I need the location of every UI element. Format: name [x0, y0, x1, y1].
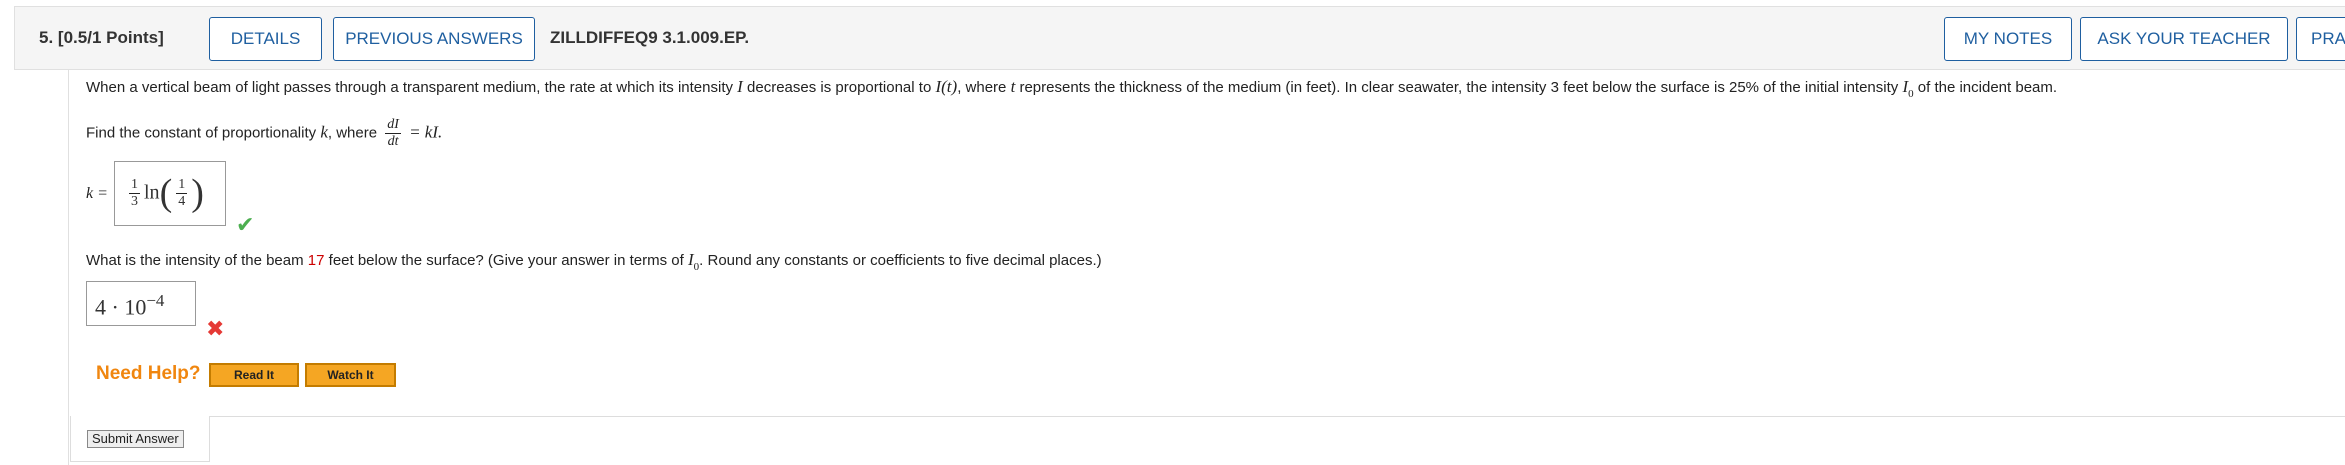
- part-b-text: feet below the surface? (Give your answe…: [328, 252, 684, 269]
- math-var-I: I: [737, 77, 743, 96]
- part-a-text: , where: [327, 124, 378, 142]
- question-points: [0.5/1 Points]: [57, 28, 164, 47]
- part-b-text: What is the intensity of the beam: [86, 252, 304, 269]
- problem-text: , where: [957, 79, 1007, 96]
- ln-arg-fraction: 1 4: [176, 176, 188, 209]
- part-b-prompt: What is the intensity of the beam 17 fee…: [86, 250, 1102, 273]
- derivative-fraction: dI dt: [385, 117, 401, 149]
- previous-answers-button[interactable]: PREVIOUS ANSWERS: [333, 17, 535, 61]
- question-number-points: 5. [0.5/1 Points]: [39, 28, 164, 48]
- math-I0: I0: [1902, 77, 1914, 100]
- read-it-button[interactable]: Read It: [209, 363, 299, 387]
- intensity-answer-expression: 4 · 10−4: [95, 291, 164, 320]
- problem-text: decreases is proportional to: [747, 79, 932, 96]
- question-header: 5. [0.5/1 Points] DETAILS PREVIOUS ANSWE…: [14, 6, 2345, 70]
- k-answer-expression: 1 3 ln( 1 4 ): [129, 172, 204, 214]
- answer-base: 4 · 10: [95, 294, 147, 320]
- need-help-label: Need Help?: [96, 363, 201, 384]
- problem-statement: When a vertical beam of light passes thr…: [86, 77, 2058, 100]
- question-number: 5.: [39, 28, 54, 47]
- problem-text: represents the thickness of the medium (…: [1019, 79, 1899, 96]
- problem-text: When a vertical beam of light passes thr…: [86, 79, 733, 96]
- submit-tab: Submit Answer: [70, 416, 210, 462]
- problem-text: of the incident beam.: [1917, 79, 2058, 96]
- practice-button[interactable]: PRA: [2296, 17, 2345, 61]
- k-label: k =: [86, 185, 108, 202]
- intensity-answer-box[interactable]: 4 · 10−4: [86, 281, 196, 326]
- incorrect-x-icon: ✖: [206, 316, 225, 341]
- correct-check-icon: ✔: [236, 212, 255, 237]
- math-I0: I0: [688, 250, 700, 273]
- part-b-text: . Round any constants or coefficients to…: [699, 252, 1102, 269]
- ask-your-teacher-button[interactable]: ASK YOUR TEACHER: [2080, 17, 2288, 61]
- submit-answer-button[interactable]: Submit Answer: [87, 430, 184, 448]
- math-I-of-t: I(t): [935, 77, 958, 96]
- depth-value: 17: [307, 252, 325, 269]
- equation-rhs: = kI.: [409, 122, 443, 142]
- math-var-k: k: [320, 122, 328, 142]
- divider: [210, 416, 2345, 417]
- question-id: ZILLDIFFEQ9 3.1.009.EP.: [550, 28, 750, 47]
- coef-fraction: 1 3: [129, 176, 140, 209]
- answer-exponent: −4: [146, 291, 165, 310]
- math-var-t: t: [1010, 77, 1016, 96]
- watch-it-button[interactable]: Watch It: [305, 363, 396, 387]
- part-a-text: Find the constant of proportionality: [86, 124, 317, 142]
- part-a-prompt: Find the constant of proportionality k, …: [86, 117, 442, 150]
- details-button[interactable]: DETAILS: [209, 17, 322, 61]
- k-answer-box[interactable]: 1 3 ln( 1 4 ): [114, 161, 226, 226]
- my-notes-button[interactable]: MY NOTES: [1944, 17, 2072, 61]
- ln-text: ln: [144, 181, 160, 204]
